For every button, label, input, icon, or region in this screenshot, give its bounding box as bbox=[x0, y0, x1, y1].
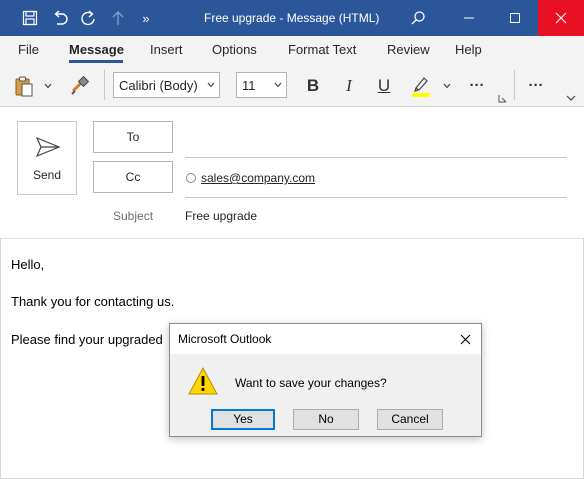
send-icon bbox=[35, 136, 61, 160]
cc-recipient[interactable]: sales@company.com bbox=[186, 170, 315, 186]
tab-review[interactable]: Review bbox=[387, 36, 430, 64]
ribbon: Calibri (Body) 11 B I U ··· ··· bbox=[0, 64, 584, 107]
cc-field-underline bbox=[185, 197, 567, 198]
more-commands-button[interactable]: ··· bbox=[523, 75, 549, 97]
tab-file[interactable]: File bbox=[18, 36, 39, 64]
ribbon-separator bbox=[514, 70, 515, 100]
font-name-value: Calibri (Body) bbox=[119, 77, 198, 93]
highlight-icon[interactable] bbox=[408, 73, 434, 99]
font-name-dropdown[interactable]: Calibri (Body) bbox=[113, 72, 220, 98]
tab-format-text[interactable]: Format Text bbox=[288, 36, 356, 64]
underline-button[interactable]: U bbox=[372, 75, 396, 97]
dialog-body: Want to save your changes? Yes No Cancel bbox=[170, 354, 481, 436]
tab-insert[interactable]: Insert bbox=[150, 36, 183, 64]
dialog-launcher-icon[interactable] bbox=[496, 92, 508, 104]
close-icon[interactable] bbox=[538, 0, 584, 36]
up-arrow-icon[interactable] bbox=[104, 0, 132, 36]
send-label: Send bbox=[32, 168, 62, 182]
window-border bbox=[0, 238, 1, 479]
format-painter-icon[interactable] bbox=[68, 74, 92, 98]
to-button[interactable]: To bbox=[93, 121, 173, 153]
minimize-icon[interactable] bbox=[446, 0, 492, 36]
presence-icon bbox=[186, 173, 196, 183]
title-bar: » Free upgrade - Message (HTML) bbox=[0, 0, 584, 36]
cc-button[interactable]: Cc bbox=[93, 161, 173, 193]
maximize-icon[interactable] bbox=[492, 0, 538, 36]
paste-icon[interactable] bbox=[12, 74, 36, 98]
to-field-underline bbox=[185, 157, 567, 158]
bold-button[interactable]: B bbox=[301, 75, 325, 97]
warning-icon bbox=[187, 366, 219, 396]
save-icon[interactable] bbox=[16, 0, 44, 36]
subject-label: Subject bbox=[113, 209, 154, 223]
chevron-down-icon bbox=[270, 82, 286, 88]
redo-icon[interactable] bbox=[74, 0, 102, 36]
font-size-value: 11 bbox=[242, 77, 256, 93]
highlight-dropdown-icon[interactable] bbox=[440, 78, 454, 94]
cc-recipient-address: sales@company.com bbox=[201, 171, 315, 185]
dialog-title-bar: Microsoft Outlook bbox=[170, 324, 481, 354]
to-field[interactable] bbox=[185, 125, 567, 155]
ribbon-separator bbox=[104, 70, 105, 100]
active-tab-indicator bbox=[69, 60, 123, 63]
tab-help[interactable]: Help bbox=[455, 36, 482, 64]
paste-dropdown-icon[interactable] bbox=[40, 78, 56, 94]
more-font-options-button[interactable]: ··· bbox=[464, 75, 490, 97]
cancel-button[interactable]: Cancel bbox=[377, 409, 443, 430]
font-size-dropdown[interactable]: 11 bbox=[236, 72, 287, 98]
collapse-ribbon-icon[interactable] bbox=[564, 92, 578, 104]
dialog-title: Microsoft Outlook bbox=[178, 332, 272, 346]
more-commands-icon[interactable]: » bbox=[134, 0, 158, 36]
no-button[interactable]: No bbox=[293, 409, 359, 430]
chevron-down-icon bbox=[203, 82, 219, 88]
undo-icon[interactable] bbox=[46, 0, 74, 36]
save-changes-dialog: Microsoft Outlook Want to save your chan… bbox=[169, 323, 482, 437]
yes-button[interactable]: Yes bbox=[211, 409, 275, 430]
dialog-message: Want to save your changes? bbox=[235, 376, 387, 390]
italic-button[interactable]: I bbox=[337, 75, 361, 97]
dialog-close-icon[interactable] bbox=[455, 329, 475, 349]
window-title: Free upgrade - Message (HTML) bbox=[204, 11, 380, 25]
send-button[interactable]: Send bbox=[17, 121, 77, 195]
tab-options[interactable]: Options bbox=[212, 36, 257, 64]
search-icon[interactable] bbox=[404, 0, 432, 36]
subject-input[interactable]: Free upgrade bbox=[185, 209, 257, 223]
